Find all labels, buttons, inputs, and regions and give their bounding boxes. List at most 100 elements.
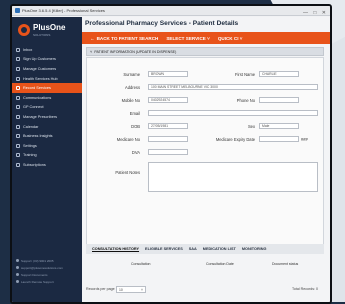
phone-label: Phone No — [236, 98, 255, 103]
sex-field[interactable]: Male — [259, 123, 299, 129]
sidebar-item-training[interactable]: Training — [12, 151, 82, 161]
patient-info-form: Surname BROWN First Name CHARLIE Address… — [86, 57, 324, 253]
address-field[interactable]: 100 MAIN STREET MELBOURNE VIC 3000 — [148, 84, 318, 90]
first-name-label: First Name — [234, 72, 255, 77]
sidebar-item-label: Inbox — [23, 47, 33, 52]
clipboard-icon — [16, 86, 20, 91]
sidebar-item-label: Health Services Hub — [23, 76, 58, 81]
sidebar-item-subscriptions[interactable]: Subscriptions — [12, 160, 82, 170]
window-title: PlusOne 3.6.5.4 [Killer] - Professional … — [22, 8, 105, 13]
sidebar-item-label: Manage Customers — [23, 66, 57, 71]
sidebar-item-calendar[interactable]: Calendar — [12, 122, 82, 132]
sidebar-item-business-insights[interactable]: Business Insights — [12, 131, 82, 141]
total-records: Total Records: 0 — [292, 287, 318, 291]
phone-field[interactable] — [259, 97, 299, 103]
user-plus-icon — [16, 57, 20, 62]
sidebar-item-label: Communications — [23, 95, 52, 100]
select-service-dropdown[interactable]: SELECT SERVICE ˅ — [166, 36, 209, 41]
surname-label: Surname — [123, 72, 140, 77]
support-phone: Support: (03) 9001 2005 — [16, 257, 80, 264]
brand-logo: PlusOne SOLUTIONS — [18, 22, 80, 40]
window-titlebar: PlusOne 3.6.5.4 [Killer] - Professional … — [12, 6, 330, 16]
chevron-down-icon: ˅ — [141, 288, 143, 292]
quick-ci-label: QUICK CI — [217, 35, 239, 41]
mobile-label: Mobile No — [121, 98, 140, 103]
tab-medication-list[interactable]: MEDICATION LIST — [203, 247, 236, 251]
list-icon — [16, 162, 20, 167]
quick-ci-dropdown[interactable]: QUICK CI ˅ — [218, 36, 243, 41]
chat-icon — [16, 95, 20, 100]
per-page-label: Records per page — [86, 287, 115, 291]
sidebar: PlusOne SOLUTIONS Inbox Sign Up Customer… — [12, 17, 82, 302]
dob-field[interactable]: 27/05/1981 — [148, 123, 188, 129]
sidebar-item-health-services-hub[interactable]: Health Services Hub — [12, 74, 82, 84]
sidebar-item-gp-connect[interactable]: GP Connect — [12, 103, 82, 113]
sex-label: Sex — [247, 124, 255, 129]
per-page-value: 10 — [119, 288, 123, 292]
sidebar-item-manage-customers[interactable]: Manage Customers — [12, 64, 82, 74]
sidebar-item-manage-prescribers[interactable]: Manage Prescribers — [12, 112, 82, 122]
email-field[interactable] — [148, 110, 318, 116]
table-footer: Records per page 10 ˅ Total Records: 0 — [86, 285, 324, 295]
support-links: Support: (03) 9001 2005 support@plusones… — [16, 257, 80, 285]
brand-tagline: SOLUTIONS — [33, 33, 51, 37]
first-name-field[interactable]: CHARLIE — [259, 71, 299, 77]
patient-notes-field[interactable] — [148, 162, 318, 192]
column-consultation-date[interactable]: Consultation Date — [206, 262, 234, 266]
section-title: PATIENT INFORMATION (UPDATE IN DISPENSE) — [94, 49, 177, 54]
users-icon — [16, 66, 20, 71]
sidebar-item-label: Training — [23, 153, 37, 158]
medicare-expiry-field[interactable] — [259, 136, 299, 142]
page-title: Professional Pharmacy Services - Patient… — [85, 20, 239, 27]
medicare-expiry-label: Medicare Expiry Date — [215, 137, 255, 142]
tab-saa[interactable]: SAA — [189, 247, 197, 251]
app-icon — [15, 8, 20, 14]
surname-field[interactable]: BROWN — [148, 71, 188, 77]
arrow-left-icon: ← — [90, 35, 95, 41]
inbox-icon — [16, 47, 20, 52]
column-document-status[interactable]: Document status — [272, 262, 298, 266]
hub-icon — [16, 76, 20, 81]
support-email-link[interactable]: support@plusonesolutions.com — [16, 264, 80, 271]
mobile-field[interactable]: 0402924574 — [148, 97, 188, 103]
patient-tabs: CONSULTATION HISTORY ELIGIBLE SERVICES S… — [86, 244, 324, 254]
dva-field[interactable] — [148, 149, 188, 155]
chart-icon — [16, 134, 20, 139]
sidebar-item-communications[interactable]: Communications — [12, 93, 82, 103]
sidebar-item-label: Business Insights — [23, 134, 53, 139]
sidebar-item-label: Sign Up Customers — [23, 57, 56, 62]
sidebar-item-label: Calendar — [23, 124, 39, 129]
chevron-down-icon: ˅ — [239, 35, 243, 41]
per-page-select[interactable]: 10 ˅ — [116, 286, 146, 293]
tab-monitoring[interactable]: MONITORING — [242, 247, 267, 251]
sidebar-item-label: Settings — [23, 143, 37, 148]
plusone-logo-icon — [18, 24, 30, 36]
prescriber-icon — [16, 114, 20, 119]
column-consultation[interactable]: Consultation — [131, 262, 150, 266]
remote-support-link[interactable]: Launch Remote Support — [16, 278, 80, 285]
gear-icon — [16, 143, 20, 148]
sidebar-item-label: Subscriptions — [23, 162, 46, 167]
medicare-label: Medicare No — [116, 137, 140, 142]
medicare-field[interactable] — [148, 136, 188, 142]
sidebar-item-label: GP Connect — [23, 105, 44, 110]
sidebar-item-settings[interactable]: Settings — [12, 141, 82, 151]
tab-consultation-history[interactable]: CONSULTATION HISTORY — [92, 247, 139, 251]
dva-label: DVA — [131, 150, 140, 155]
table-header: Consultation Consultation Date Document … — [86, 260, 324, 268]
brand-name: PlusOne — [33, 23, 66, 32]
calendar-icon — [16, 124, 20, 129]
sidebar-item-sign-up-customers[interactable]: Sign Up Customers — [12, 55, 82, 65]
support-documents-link[interactable]: Support Documents — [16, 271, 80, 278]
select-service-label: SELECT SERVICE — [166, 35, 206, 41]
sidebar-item-inbox[interactable]: Inbox — [12, 45, 82, 55]
back-to-patient-search-button[interactable]: ← BACK TO PATIENT SEARCH — [90, 36, 158, 41]
sidebar-item-record-services[interactable]: Record Services — [12, 83, 82, 93]
main-content: Professional Pharmacy Services - Patient… — [82, 17, 330, 302]
address-label: Address — [124, 85, 140, 90]
help-icon — [16, 153, 20, 158]
patient-info-section-header[interactable]: ˅ PATIENT INFORMATION (UPDATE IN DISPENSE… — [86, 47, 324, 56]
tab-eligible-services[interactable]: ELIGIBLE SERVICES — [145, 247, 183, 251]
email-label: Email — [129, 111, 140, 116]
sidebar-nav: Inbox Sign Up Customers Manage Customers… — [12, 45, 82, 170]
